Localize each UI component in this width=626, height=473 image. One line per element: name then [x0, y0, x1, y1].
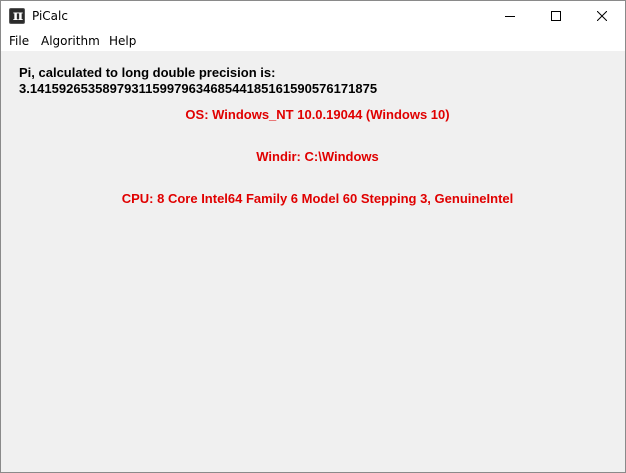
pi-label: Pi, calculated to long double precision … [19, 65, 276, 80]
close-button[interactable] [579, 1, 625, 31]
menu-help[interactable]: Help [109, 31, 136, 51]
maximize-icon [551, 11, 561, 21]
maximize-button[interactable] [533, 1, 579, 31]
window-title: PiCalc [32, 9, 68, 23]
app-window: π PiCalc File Algorithm Help Pi, calcula… [0, 0, 626, 473]
minimize-icon [505, 16, 515, 17]
close-icon [597, 11, 607, 21]
pi-value: 3.14159265358979311599796346854418516159… [19, 81, 378, 96]
menu-file[interactable]: File [9, 31, 29, 51]
minimize-button[interactable] [487, 1, 533, 31]
pi-icon[interactable]: π [9, 8, 25, 24]
cpu-info: CPU: 8 Core Intel64 Family 6 Model 60 St… [121, 191, 514, 206]
os-info: OS: Windows_NT 10.0.19044 (Windows 10) [185, 107, 450, 122]
title-bar[interactable]: π PiCalc [1, 1, 625, 31]
menu-bar: File Algorithm Help [1, 31, 625, 51]
main-content: Pi, calculated to long double precision … [1, 51, 625, 472]
menu-algorithm[interactable]: Algorithm [41, 31, 100, 51]
windir-info: Windir: C:\Windows [256, 149, 379, 164]
